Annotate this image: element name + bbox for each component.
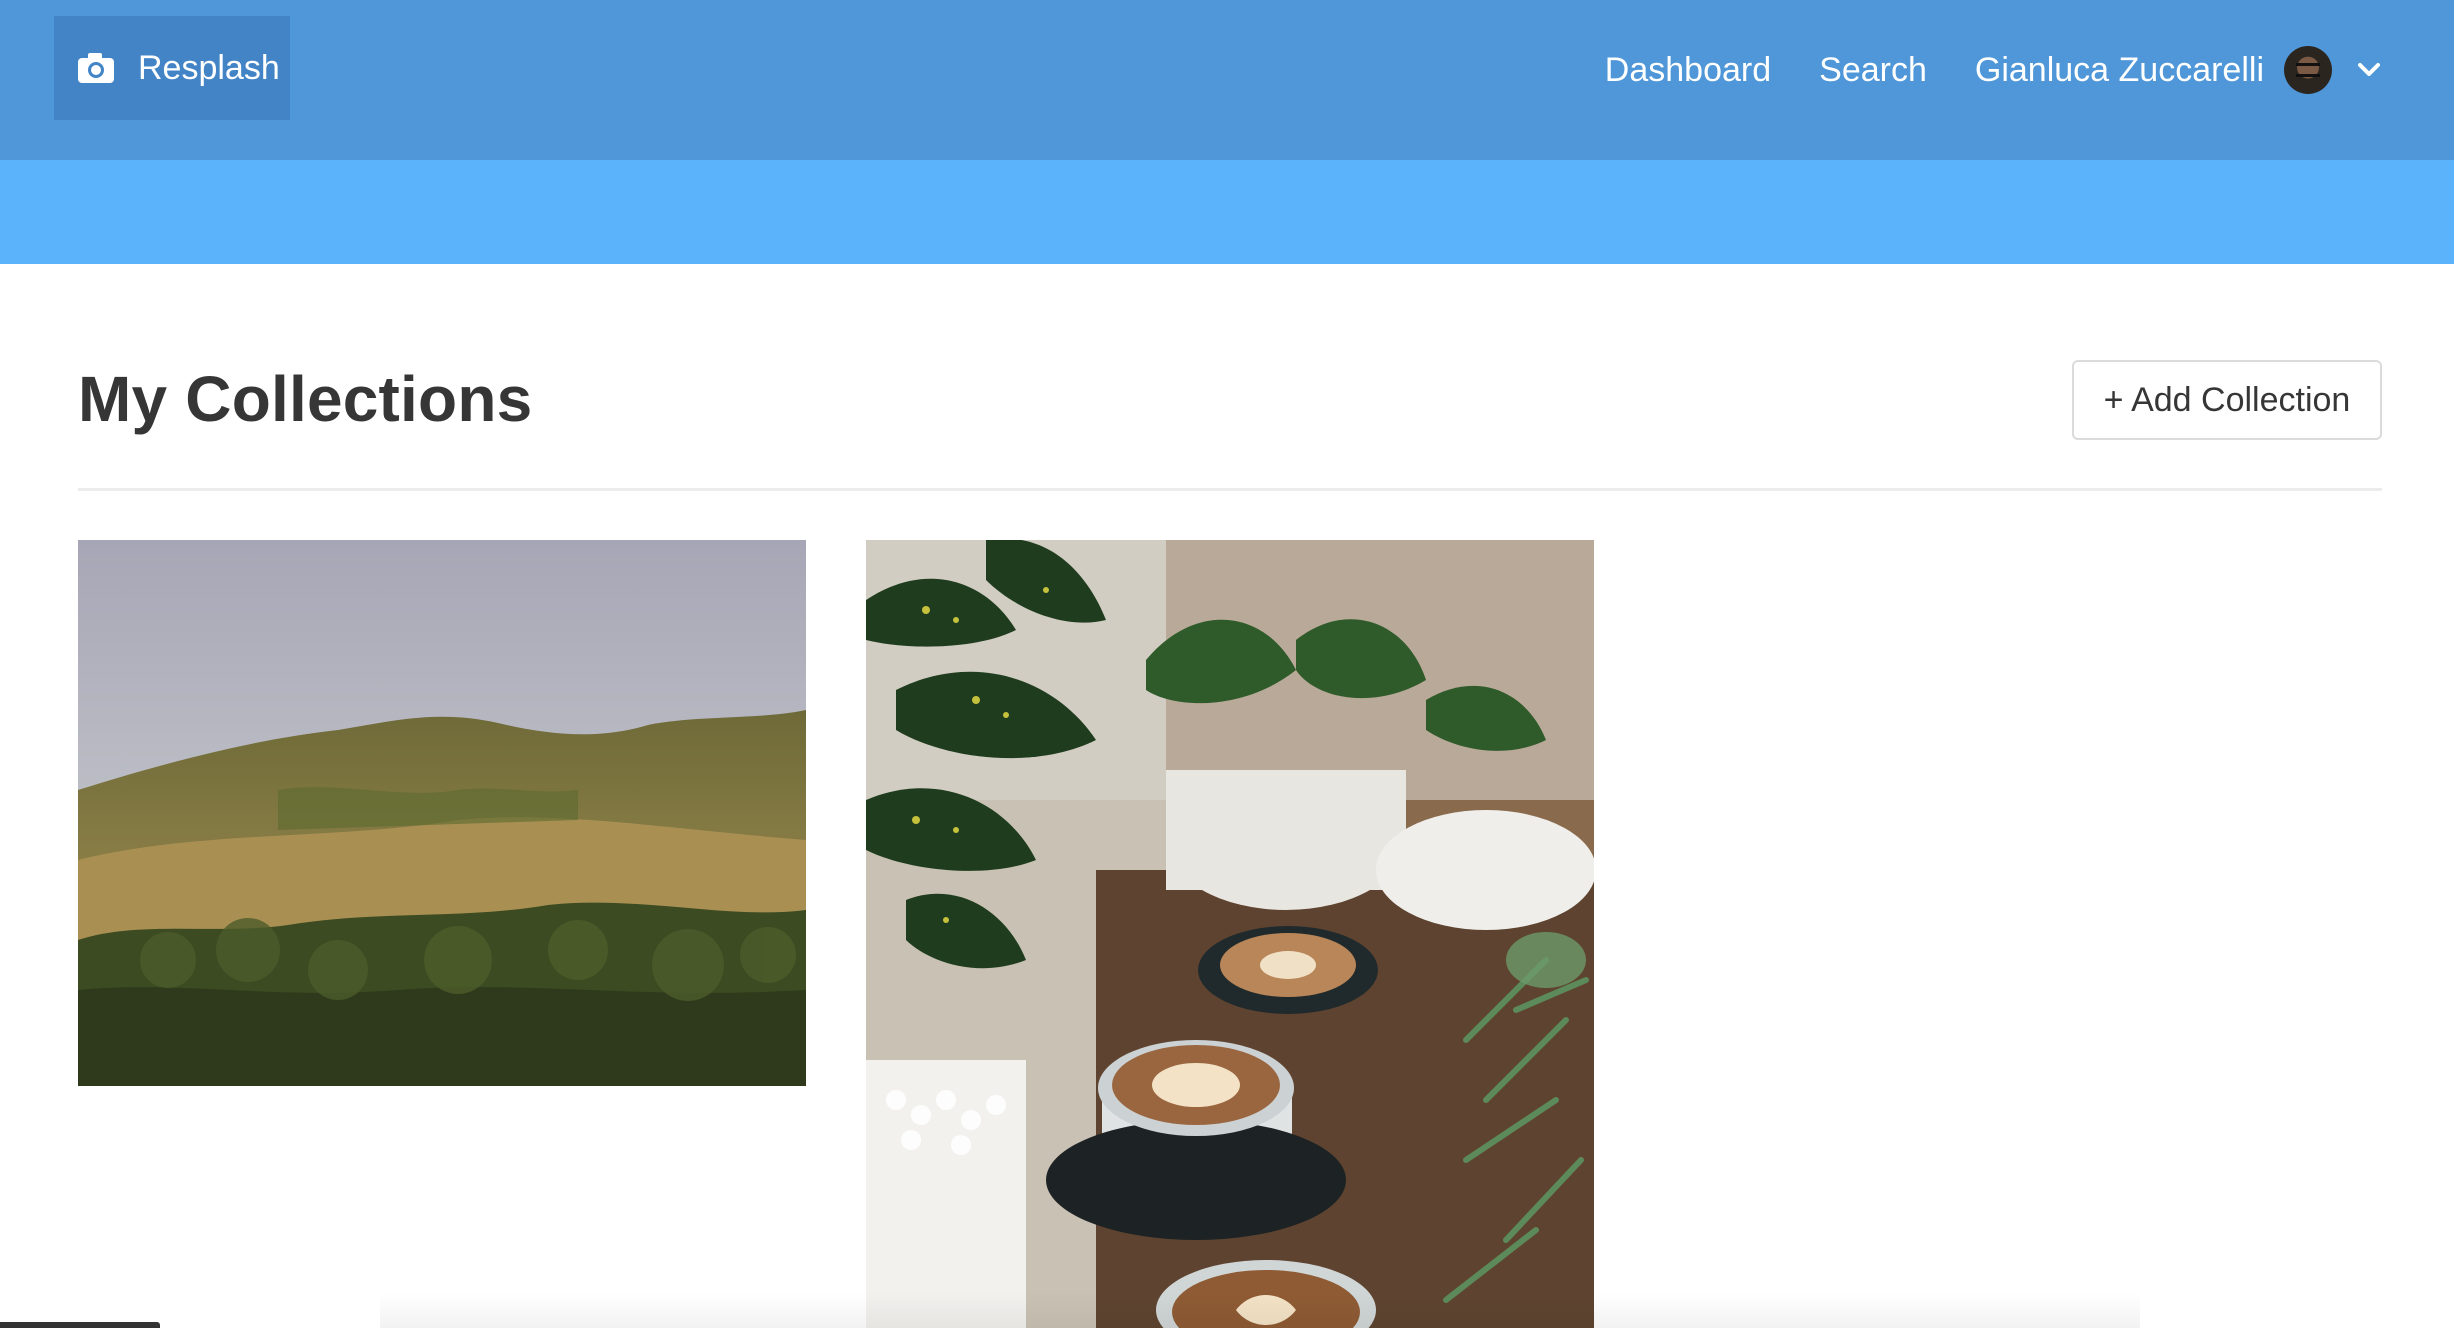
divider [78,488,2382,491]
collection-thumbnail-coffee [866,540,1594,1328]
hero-banner [0,160,2454,264]
collection-card-coffee[interactable] [866,540,1594,1328]
nav-search-link[interactable]: Search [1819,51,1927,90]
avatar [2284,46,2332,94]
scroll-indicator [0,1322,160,1328]
user-name: Gianluca Zuccarelli [1974,50,2264,89]
add-collection-button[interactable]: + Add Collection [2072,360,2382,440]
collection-thumbnail-hills [78,540,806,1086]
camera-icon [76,48,116,88]
nav-menu: Dashboard Search Gianluca Zuccarelli [1557,0,2384,140]
nav-dashboard-link[interactable]: Dashboard [1605,51,1771,90]
user-menu[interactable]: Gianluca Zuccarelli [1975,46,2384,94]
top-navbar: Resplash Dashboard Search Gianluca Zucca… [0,0,2454,160]
brand-logo-link[interactable]: Resplash [54,16,290,120]
page-title: My Collections [78,363,533,435]
chevron-down-icon[interactable] [2354,55,2384,85]
collection-card-hills[interactable] [78,540,806,1086]
brand-name: Resplash [138,48,280,87]
